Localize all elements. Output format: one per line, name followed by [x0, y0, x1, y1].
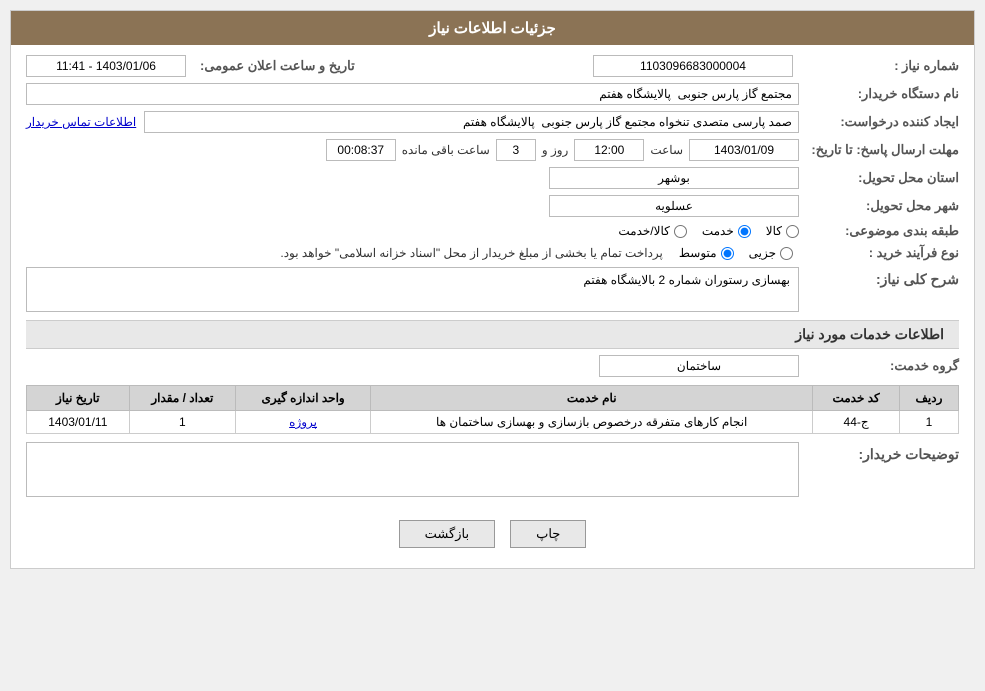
col-row-num: ردیف — [899, 386, 958, 411]
city-label: شهر محل تحویل: — [799, 198, 959, 214]
cell-date: 1403/01/11 — [27, 411, 130, 434]
process-note: پرداخت تمام یا بخشی از مبلغ خریدار از مح… — [280, 246, 663, 260]
service-group-input[interactable] — [599, 355, 799, 377]
province-label: استان محل تحویل: — [799, 170, 959, 186]
category-radio-group: کالا خدمت کالا/خدمت — [618, 224, 799, 238]
category-khadamat[interactable]: خدمت — [702, 224, 751, 238]
cell-qty: 1 — [129, 411, 235, 434]
deadline-time-input[interactable] — [574, 139, 644, 161]
deadline-remaining-label: ساعت باقی مانده — [402, 143, 490, 157]
description-label: شرح کلی نیاز: — [799, 267, 959, 288]
services-table: ردیف کد خدمت نام خدمت واحد اندازه گیری ت… — [26, 385, 959, 434]
deadline-time-label: ساعت — [650, 143, 683, 157]
page-title: جزئیات اطلاعات نیاز — [11, 11, 974, 45]
cell-row-num: 1 — [899, 411, 958, 434]
col-date: تاریخ نیاز — [27, 386, 130, 411]
process-jozvi-radio[interactable] — [780, 247, 793, 260]
back-button[interactable]: بازگشت — [399, 520, 495, 548]
deadline-label: مهلت ارسال پاسخ: تا تاریخ: — [799, 142, 959, 158]
buyer-name-label: نام دستگاه خریدار: — [799, 86, 959, 102]
col-qty: تعداد / مقدار — [129, 386, 235, 411]
process-motovaset[interactable]: متوسط — [679, 246, 734, 260]
deadline-day-label: روز و — [542, 143, 569, 157]
city-input[interactable] — [549, 195, 799, 217]
description-value: بهسازی رستوران شماره 2 بالایشگاه هفتم — [583, 273, 790, 287]
cell-service-name: انجام کارهای متفرقه درخصوص بازسازی و بهس… — [371, 411, 813, 434]
print-button[interactable]: چاپ — [510, 520, 586, 548]
creator-input — [144, 111, 799, 133]
creator-contact-link[interactable]: اطلاعات تماس خریدار — [26, 115, 136, 129]
need-number-input[interactable] — [593, 55, 793, 77]
service-group-label: گروه خدمت: — [799, 358, 959, 374]
deadline-remaining-input — [326, 139, 396, 161]
creator-label: ایجاد کننده درخواست: — [799, 114, 959, 130]
category-kala-radio[interactable] — [786, 225, 799, 238]
announce-input[interactable] — [26, 55, 186, 77]
table-row: 1 ج-44 انجام کارهای متفرقه درخصوص بازساز… — [27, 411, 959, 434]
process-label: نوع فرآیند خرید : — [799, 245, 959, 261]
services-section-header: اطلاعات خدمات مورد نیاز — [26, 320, 959, 349]
process-motovaset-radio[interactable] — [721, 247, 734, 260]
category-kala-khadamat-radio[interactable] — [674, 225, 687, 238]
buyer-notes-label: توضیحات خریدار: — [799, 442, 959, 463]
category-kala[interactable]: کالا — [766, 224, 799, 238]
col-service-code: کد خدمت — [813, 386, 900, 411]
buyer-name-input[interactable] — [26, 83, 799, 105]
buyer-notes-textarea[interactable] — [26, 442, 799, 497]
col-service-name: نام خدمت — [371, 386, 813, 411]
category-kala-khadamat[interactable]: کالا/خدمت — [618, 224, 686, 238]
process-radio-group: جزیی متوسط — [679, 246, 793, 260]
need-number-label: شماره نیاز : — [799, 58, 959, 74]
category-label: طبقه بندی موضوعی: — [799, 223, 959, 239]
deadline-date-input[interactable] — [689, 139, 799, 161]
deadline-days-input[interactable] — [496, 139, 536, 161]
cell-unit[interactable]: پروژه — [236, 411, 371, 434]
cell-service-code: ج-44 — [813, 411, 900, 434]
category-khadamat-radio[interactable] — [738, 225, 751, 238]
announce-label: تاریخ و ساعت اعلان عمومی: — [192, 58, 355, 74]
services-table-wrapper: ردیف کد خدمت نام خدمت واحد اندازه گیری ت… — [26, 385, 959, 434]
province-input[interactable] — [549, 167, 799, 189]
button-row: بازگشت چاپ — [26, 510, 959, 558]
col-unit: واحد اندازه گیری — [236, 386, 371, 411]
process-jozvi[interactable]: جزیی — [749, 246, 793, 260]
